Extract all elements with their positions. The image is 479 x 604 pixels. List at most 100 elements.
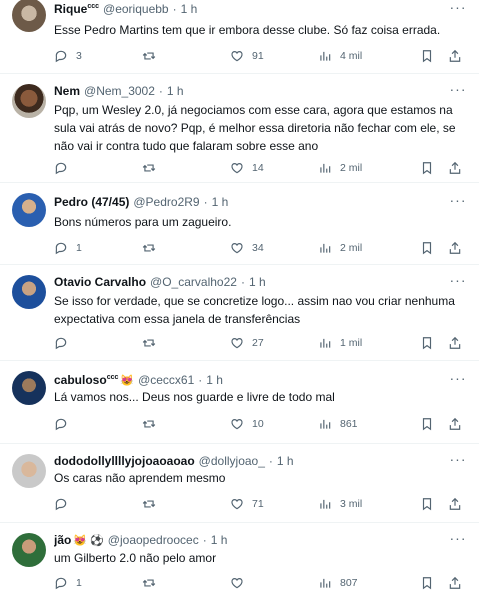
display-name[interactable]: dododollyllllyjojoaoaoao [54,454,195,468]
timestamp[interactable]: 1 h [206,373,223,387]
reply-tweet[interactable]: cabulosoccc 😻 @ceccx61 · 1 h ··· Lá vamos… [0,361,479,444]
retweet-button[interactable] [142,239,164,257]
more-icon[interactable]: ··· [449,0,467,18]
like-button[interactable]: 10 [230,415,264,433]
separator-dot: · [172,2,177,16]
reply-button[interactable]: 3 [54,47,82,65]
views-button[interactable]: 2 mil [318,239,362,257]
bookmark-icon[interactable] [420,159,434,177]
bookmark-icon[interactable] [420,47,434,65]
more-icon[interactable]: ··· [449,193,467,211]
like-count: 27 [252,337,264,349]
avatar[interactable] [12,533,46,567]
retweet-button[interactable] [142,574,164,592]
user-handle[interactable]: @joaopedroocec [108,533,199,547]
user-handle[interactable]: @dollyjoao_ [199,454,265,468]
share-icon[interactable] [448,159,462,177]
more-icon[interactable]: ··· [449,452,467,470]
retweet-button[interactable] [142,495,164,513]
avatar[interactable] [12,371,46,405]
avatar[interactable] [12,275,46,309]
share-icon[interactable] [448,574,462,592]
reply-icon [54,336,68,350]
retweet-button[interactable] [142,415,164,433]
reply-button[interactable] [54,159,76,177]
display-name[interactable]: Riqueccc [54,2,99,16]
views-button[interactable]: 4 mil [318,47,362,65]
timestamp[interactable]: 1 h [181,2,198,16]
share-icon[interactable] [448,47,462,65]
more-icon[interactable]: ··· [449,531,467,549]
reply-button[interactable] [54,495,76,513]
display-name[interactable]: Pedro (47/45) [54,195,129,209]
reply-count: 1 [76,577,82,589]
retweet-icon [142,417,156,431]
bookmark-icon[interactable] [420,574,434,592]
user-handle[interactable]: @O_carvalho22 [150,275,237,289]
display-name[interactable]: jão 😻 ⚽ [54,533,104,547]
share-icon[interactable] [448,239,462,257]
views-button[interactable]: 2 mil [318,159,362,177]
views-button[interactable]: 807 [318,574,358,592]
reply-tweet[interactable]: Pedro (47/45) @Pedro2R9 · 1 h ··· Bons n… [0,183,479,265]
like-button[interactable]: 27 [230,334,264,352]
views-button[interactable]: 1 mil [318,334,362,352]
more-icon[interactable]: ··· [449,82,467,100]
avatar[interactable] [12,193,46,227]
view-count: 2 mil [340,162,363,174]
timestamp[interactable]: 1 h [249,275,266,289]
like-icon [230,576,244,590]
bookmark-icon[interactable] [420,495,434,513]
avatar[interactable] [12,0,46,32]
like-count: 71 [252,498,264,510]
bookmark-icon[interactable] [420,415,434,433]
timestamp[interactable]: 1 h [167,84,184,98]
retweet-button[interactable] [142,47,164,65]
user-handle[interactable]: @ceccx61 [138,373,194,387]
avatar[interactable] [12,454,46,488]
views-button[interactable]: 861 [318,415,358,433]
reply-tweet[interactable]: Nem @Nem_3002 · 1 h ··· Pqp, um Wesley 2… [0,74,479,183]
share-icon[interactable] [448,415,462,433]
reply-button[interactable]: 1 [54,574,82,592]
like-button[interactable]: 34 [230,239,264,257]
timestamp[interactable]: 1 h [211,533,228,547]
more-icon[interactable]: ··· [449,371,467,389]
like-button[interactable]: 91 [230,47,264,65]
view-count: 861 [340,418,358,430]
views-button[interactable]: 3 mil [318,495,362,513]
action-bar: 14 2 mil [54,159,465,177]
reply-tweet[interactable]: Riqueccc @eoriquebb · 1 h ··· Esse Pedro… [0,0,479,74]
like-button[interactable] [230,574,252,592]
retweet-button[interactable] [142,334,164,352]
tweet-text: Se isso for verdade, que se concretize l… [54,294,455,326]
like-button[interactable]: 14 [230,159,264,177]
action-bar: 1 807 [54,574,465,592]
retweet-button[interactable] [142,159,164,177]
timestamp[interactable]: 1 h [212,195,229,209]
display-name[interactable]: Nem [54,84,80,98]
user-handle[interactable]: @Pedro2R9 [133,195,199,209]
reply-tweet[interactable]: Otavio Carvalho @O_carvalho22 · 1 h ··· … [0,265,479,361]
views-icon [318,161,332,175]
avatar[interactable] [12,84,46,118]
share-icon[interactable] [448,334,462,352]
reply-button[interactable] [54,334,76,352]
retweet-icon [142,497,156,511]
user-handle[interactable]: @eoriquebb [103,2,169,16]
display-name[interactable]: cabulosoccc 😻 [54,373,134,387]
reply-feed: Riqueccc @eoriquebb · 1 h ··· Esse Pedro… [0,0,479,604]
reply-button[interactable] [54,415,76,433]
bookmark-icon[interactable] [420,334,434,352]
user-handle[interactable]: @Nem_3002 [84,84,155,98]
more-icon[interactable]: ··· [449,273,467,291]
timestamp[interactable]: 1 h [277,454,294,468]
reply-tweet[interactable]: jão 😻 ⚽ @joaopedroocec · 1 h ··· um Gilbe… [0,523,479,604]
action-bar: 3 91 4 mil [54,47,465,65]
reply-tweet[interactable]: dododollyllllyjojoaoaoao @dollyjoao_ · 1… [0,444,479,523]
like-button[interactable]: 71 [230,495,264,513]
share-icon[interactable] [448,495,462,513]
display-name[interactable]: Otavio Carvalho [54,275,146,289]
reply-button[interactable]: 1 [54,239,82,257]
bookmark-icon[interactable] [420,239,434,257]
